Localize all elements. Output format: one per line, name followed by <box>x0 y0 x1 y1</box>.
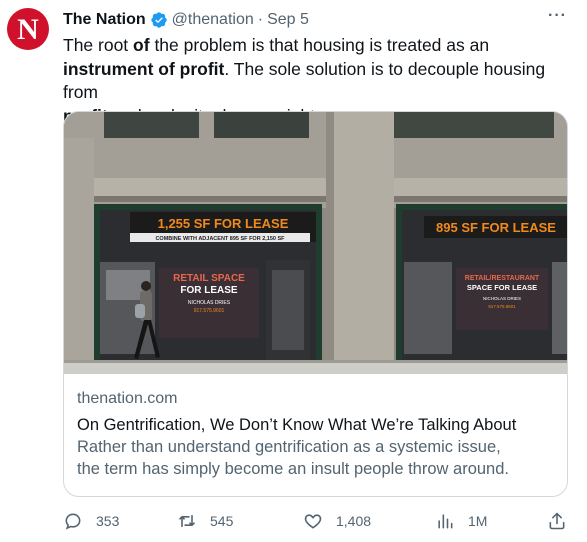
card-image[interactable]: 1,255 SF FOR LEASE COMBINE WITH ADJACENT… <box>64 112 567 374</box>
cornice <box>64 178 567 196</box>
upper-window-left <box>104 112 199 138</box>
card-domain: thenation.com <box>77 390 178 407</box>
retail1-title: RETAIL SPACE <box>173 273 245 284</box>
share-icon <box>549 512 565 530</box>
card-title[interactable]: On Gentrification, We Don’t Know What We… <box>77 414 554 436</box>
retweet-count: 545 <box>210 513 234 529</box>
header-separator: · <box>257 11 264 28</box>
heart-icon <box>304 514 322 529</box>
pedestrian-head <box>141 281 151 291</box>
share-button[interactable] <box>547 509 567 533</box>
column-center <box>326 112 394 374</box>
cornice-shadow <box>64 196 567 202</box>
retail2-phone: 917.575.9601 <box>488 304 516 309</box>
tweet-text-bold-segment: instrument of profit <box>63 58 225 79</box>
link-card[interactable]: 1,255 SF FOR LEASE COMBINE WITH ADJACENT… <box>63 111 568 497</box>
views-chart-icon <box>438 514 453 529</box>
views-button[interactable]: 1M <box>435 509 487 533</box>
tweet-date[interactable]: Sep 5 <box>267 11 309 29</box>
more-options-icon[interactable]: ··· <box>548 7 567 25</box>
tweet-text-segment: the problem is that housing is treated a… <box>149 35 490 55</box>
tweet-header: The Nation @thenation · Sep 5 ··· <box>63 7 567 31</box>
author-name[interactable]: The Nation <box>63 11 146 29</box>
reply-count: 353 <box>96 513 120 529</box>
tweet[interactable]: N The Nation @thenation · Sep 5 ··· The … <box>0 0 587 542</box>
sign2-main-text: 895 SF FOR LEASE <box>436 220 556 235</box>
card-description-line: Rather than understand gentrification as… <box>77 438 501 456</box>
retail2-broker: NICHOLAS DRIES <box>483 296 521 301</box>
tweet-text-bold-segment: of <box>133 35 150 55</box>
views-count: 1M <box>468 513 488 529</box>
upper-window-right <box>394 112 554 138</box>
avatar-letter: N <box>17 12 39 46</box>
reply-button[interactable]: 353 <box>63 509 119 533</box>
retweet-icon <box>178 515 196 527</box>
author-handle[interactable]: @thenation <box>172 11 254 29</box>
reply-icon <box>65 513 81 530</box>
curb-line <box>64 360 567 363</box>
avatar[interactable]: N <box>7 8 49 50</box>
card-description-line: the term has simply become an insult peo… <box>77 460 509 478</box>
collage-panel-right-inner <box>552 262 567 354</box>
column-left <box>64 138 94 374</box>
like-count: 1,408 <box>336 513 372 529</box>
retail2-title: RETAIL/RESTAURANT <box>465 275 540 282</box>
retail1-phone: 917.575.9601 <box>194 308 225 314</box>
tweet-actions: 353 545 1,408 1M <box>63 509 568 533</box>
retail1-broker: NICHOLAS DRIES <box>188 300 231 306</box>
upper-window-mid <box>214 112 309 138</box>
door-glass <box>272 270 304 350</box>
like-button[interactable]: 1,408 <box>303 509 371 533</box>
verified-badge-icon[interactable] <box>150 11 168 29</box>
column-center-shade <box>326 112 334 374</box>
retail1-sub: FOR LEASE <box>180 285 238 296</box>
sign1-sub-text: COMBINE WITH ADJACENT 895 SF FOR 2,150 S… <box>155 236 285 242</box>
retweet-button[interactable]: 545 <box>177 509 233 533</box>
collage-panel-right <box>404 262 452 354</box>
sign1-main-text: 1,255 SF FOR LEASE <box>158 216 289 231</box>
pedestrian-bag <box>135 304 145 318</box>
retail2-sub: SPACE FOR LEASE <box>467 283 537 292</box>
card-meta: thenation.com On Gentrification, We Don’… <box>77 388 554 480</box>
tweet-text-segment: The root <box>63 35 134 55</box>
